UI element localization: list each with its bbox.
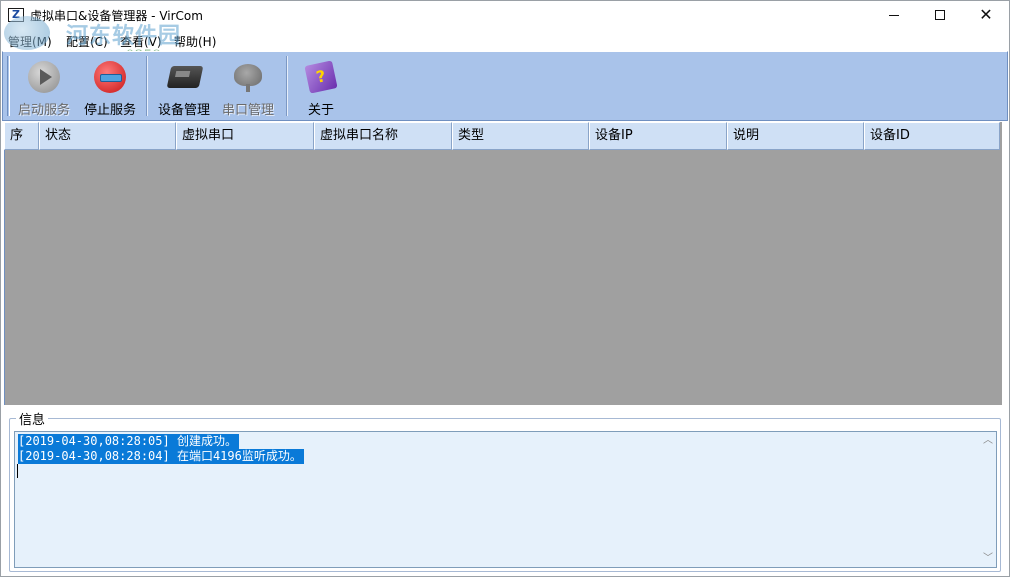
stop-service-label: 停止服务: [83, 103, 136, 118]
stop-service-button[interactable]: 停止服务: [79, 56, 141, 118]
column-header-index[interactable]: 序: [4, 122, 39, 150]
log-line: [2019-04-30,08:28:05] 创建成功。: [18, 434, 239, 449]
stop-icon: [93, 60, 127, 93]
toolbar-separator: [286, 56, 288, 116]
info-log-textbox[interactable]: [2019-04-30,08:28:05] 创建成功。 [2019-04-30,…: [14, 431, 997, 568]
device-table[interactable]: [4, 122, 1002, 405]
about-button[interactable]: ? 关于: [295, 56, 347, 118]
vertical-scrollbar[interactable]: ︿ ﹀: [979, 432, 996, 567]
toolbar: 启动服务 停止服务 设备管理 串口管理 ? 关于: [2, 51, 1008, 121]
about-book-icon: ?: [304, 60, 338, 94]
scroll-down-arrow-icon[interactable]: ﹀: [983, 554, 993, 564]
about-label: 关于: [307, 103, 334, 118]
play-icon: [27, 60, 61, 93]
column-header-device-ip[interactable]: 设备IP: [589, 122, 727, 150]
serial-port-manage-button[interactable]: 串口管理: [217, 56, 279, 118]
menu-manage[interactable]: 管理(M): [8, 33, 52, 50]
menu-config[interactable]: 配置(C): [66, 33, 108, 50]
close-icon: ✕: [979, 5, 993, 24]
start-service-button[interactable]: 启动服务: [13, 56, 75, 118]
serial-port-icon: [231, 60, 265, 92]
column-header-status[interactable]: 状态: [39, 122, 176, 150]
title-bar: Z 虚拟串口&设备管理器 - VirCom ✕: [0, 0, 1010, 30]
text-caret: [17, 464, 18, 478]
maximize-button[interactable]: [917, 0, 963, 30]
minimize-button[interactable]: [871, 0, 917, 30]
table-header: 序 状态 虚拟串口 虚拟串口名称 类型 设备IP 说明 设备ID: [4, 122, 1000, 150]
column-header-type[interactable]: 类型: [452, 122, 589, 150]
scroll-up-arrow-icon[interactable]: ︿: [983, 436, 993, 446]
column-header-virtual-port-name[interactable]: 虚拟串口名称: [314, 122, 452, 150]
info-label: 信息: [16, 409, 49, 428]
menu-help[interactable]: 帮助(H): [174, 33, 216, 50]
column-header-description[interactable]: 说明: [727, 122, 864, 150]
minimize-icon: [889, 14, 899, 16]
toolbar-separator: [146, 56, 148, 116]
device-manage-label: 设备管理: [157, 103, 210, 118]
device-manage-button[interactable]: 设备管理: [153, 56, 215, 118]
menu-bar: 管理(M) 配置(C) 查看(V) 帮助(H): [0, 30, 1010, 50]
column-header-device-id[interactable]: 设备ID: [864, 122, 1000, 150]
menu-view[interactable]: 查看(V): [120, 33, 162, 50]
toolbar-grip[interactable]: [7, 56, 10, 116]
maximize-icon: [935, 10, 945, 20]
column-header-virtual-port[interactable]: 虚拟串口: [176, 122, 314, 150]
close-button[interactable]: ✕: [963, 0, 1009, 30]
window-title: 虚拟串口&设备管理器 - VirCom: [30, 9, 203, 23]
log-line: [2019-04-30,08:28:04] 在端口4196监听成功。: [18, 449, 304, 464]
app-icon: Z: [8, 8, 24, 22]
device-icon: [166, 60, 204, 92]
serial-port-manage-label: 串口管理: [221, 103, 274, 118]
start-service-label: 启动服务: [17, 103, 70, 118]
